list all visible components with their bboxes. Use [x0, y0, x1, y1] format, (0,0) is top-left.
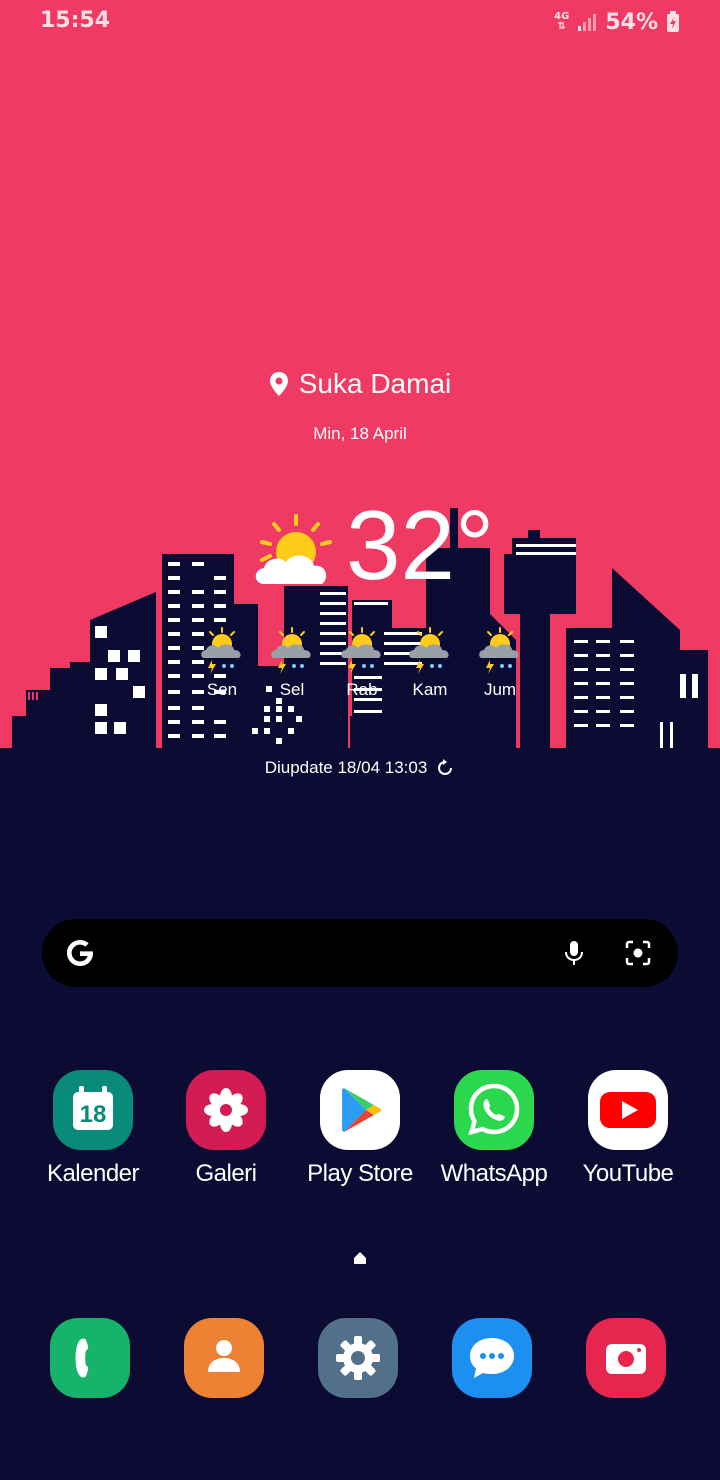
app-play-store[interactable]: Play Store — [295, 1070, 425, 1188]
app-youtube[interactable]: YouTube — [563, 1070, 693, 1188]
app-label: Galeri — [195, 1160, 257, 1187]
forecast-day-label: Kam — [412, 680, 448, 699]
google-search-bar[interactable] — [42, 919, 678, 987]
pause-animation-button[interactable] — [680, 674, 700, 698]
youtube-icon — [588, 1070, 668, 1150]
dock-contacts[interactable] — [159, 1318, 289, 1398]
app-label: YouTube — [582, 1160, 674, 1187]
dock-phone[interactable] — [25, 1318, 155, 1398]
signal-icon — [578, 14, 597, 31]
refresh-icon[interactable] — [435, 758, 455, 778]
forecast-day-label: Sel — [279, 680, 305, 699]
app-whatsapp[interactable]: WhatsApp — [429, 1070, 559, 1188]
network-indicator: 4G ⇅ — [554, 11, 570, 32]
weather-updated[interactable]: Diupdate 18/04 13:03 — [0, 758, 720, 778]
forecast-day-label: Sen — [206, 680, 238, 699]
messages-icon — [452, 1318, 532, 1398]
phone-icon — [50, 1318, 130, 1398]
play-store-icon — [320, 1070, 400, 1150]
weather-location[interactable]: Suka Damai — [0, 368, 720, 400]
partly-cloudy-icon — [255, 514, 332, 584]
app-label: Kalender — [46, 1160, 140, 1187]
weather-date: Min, 18 April — [313, 424, 407, 443]
thunderstorm-icon — [409, 627, 449, 674]
battery-charging-icon — [667, 11, 679, 32]
status-time: 15:54 — [40, 8, 111, 33]
app-label: WhatsApp — [440, 1160, 548, 1187]
dock-settings[interactable] — [293, 1318, 423, 1398]
thunderstorm-icon — [271, 627, 311, 674]
app-label: Play Store — [307, 1160, 413, 1187]
app-galeri[interactable]: Galeri — [161, 1070, 291, 1188]
google-icon[interactable] — [60, 933, 100, 973]
dock-messages[interactable] — [427, 1318, 557, 1398]
google-lens-icon[interactable] — [622, 937, 654, 969]
status-bar: 15:54 4G ⇅ 54% — [0, 0, 720, 44]
updated-text: Diupdate 18/04 13:03 — [264, 758, 428, 777]
location-pin-icon — [269, 372, 288, 396]
forecast-day[interactable]: Sel — [262, 626, 322, 700]
microphone-icon[interactable] — [558, 937, 590, 969]
thunderstorm-icon — [201, 627, 241, 674]
settings-icon — [318, 1318, 398, 1398]
status-right: 4G ⇅ 54% — [554, 8, 680, 36]
thunderstorm-icon — [479, 627, 519, 674]
location-name: Suka Damai — [298, 368, 452, 399]
dock-camera[interactable] — [561, 1318, 691, 1398]
whatsapp-icon — [454, 1070, 534, 1150]
forecast-day[interactable]: Jum — [470, 626, 530, 700]
current-temperature: 32° — [346, 490, 495, 600]
forecast-day-label: Jum — [483, 680, 517, 699]
svg-text:18: 18 — [80, 1101, 107, 1128]
contacts-icon — [184, 1318, 264, 1398]
thunderstorm-icon — [341, 627, 381, 674]
app-kalender[interactable]: 18 Kalender — [28, 1070, 158, 1188]
forecast-day[interactable]: Rab — [332, 626, 392, 700]
forecast-day[interactable]: Sen — [192, 626, 252, 700]
gallery-icon — [186, 1070, 266, 1150]
forecast-day[interactable]: Kam — [400, 626, 460, 700]
calendar-icon: 18 — [53, 1070, 133, 1150]
battery-percent: 54% — [605, 9, 658, 35]
home-page-indicator-icon — [354, 1252, 366, 1264]
camera-icon — [586, 1318, 666, 1398]
forecast-day-label: Rab — [346, 680, 378, 699]
